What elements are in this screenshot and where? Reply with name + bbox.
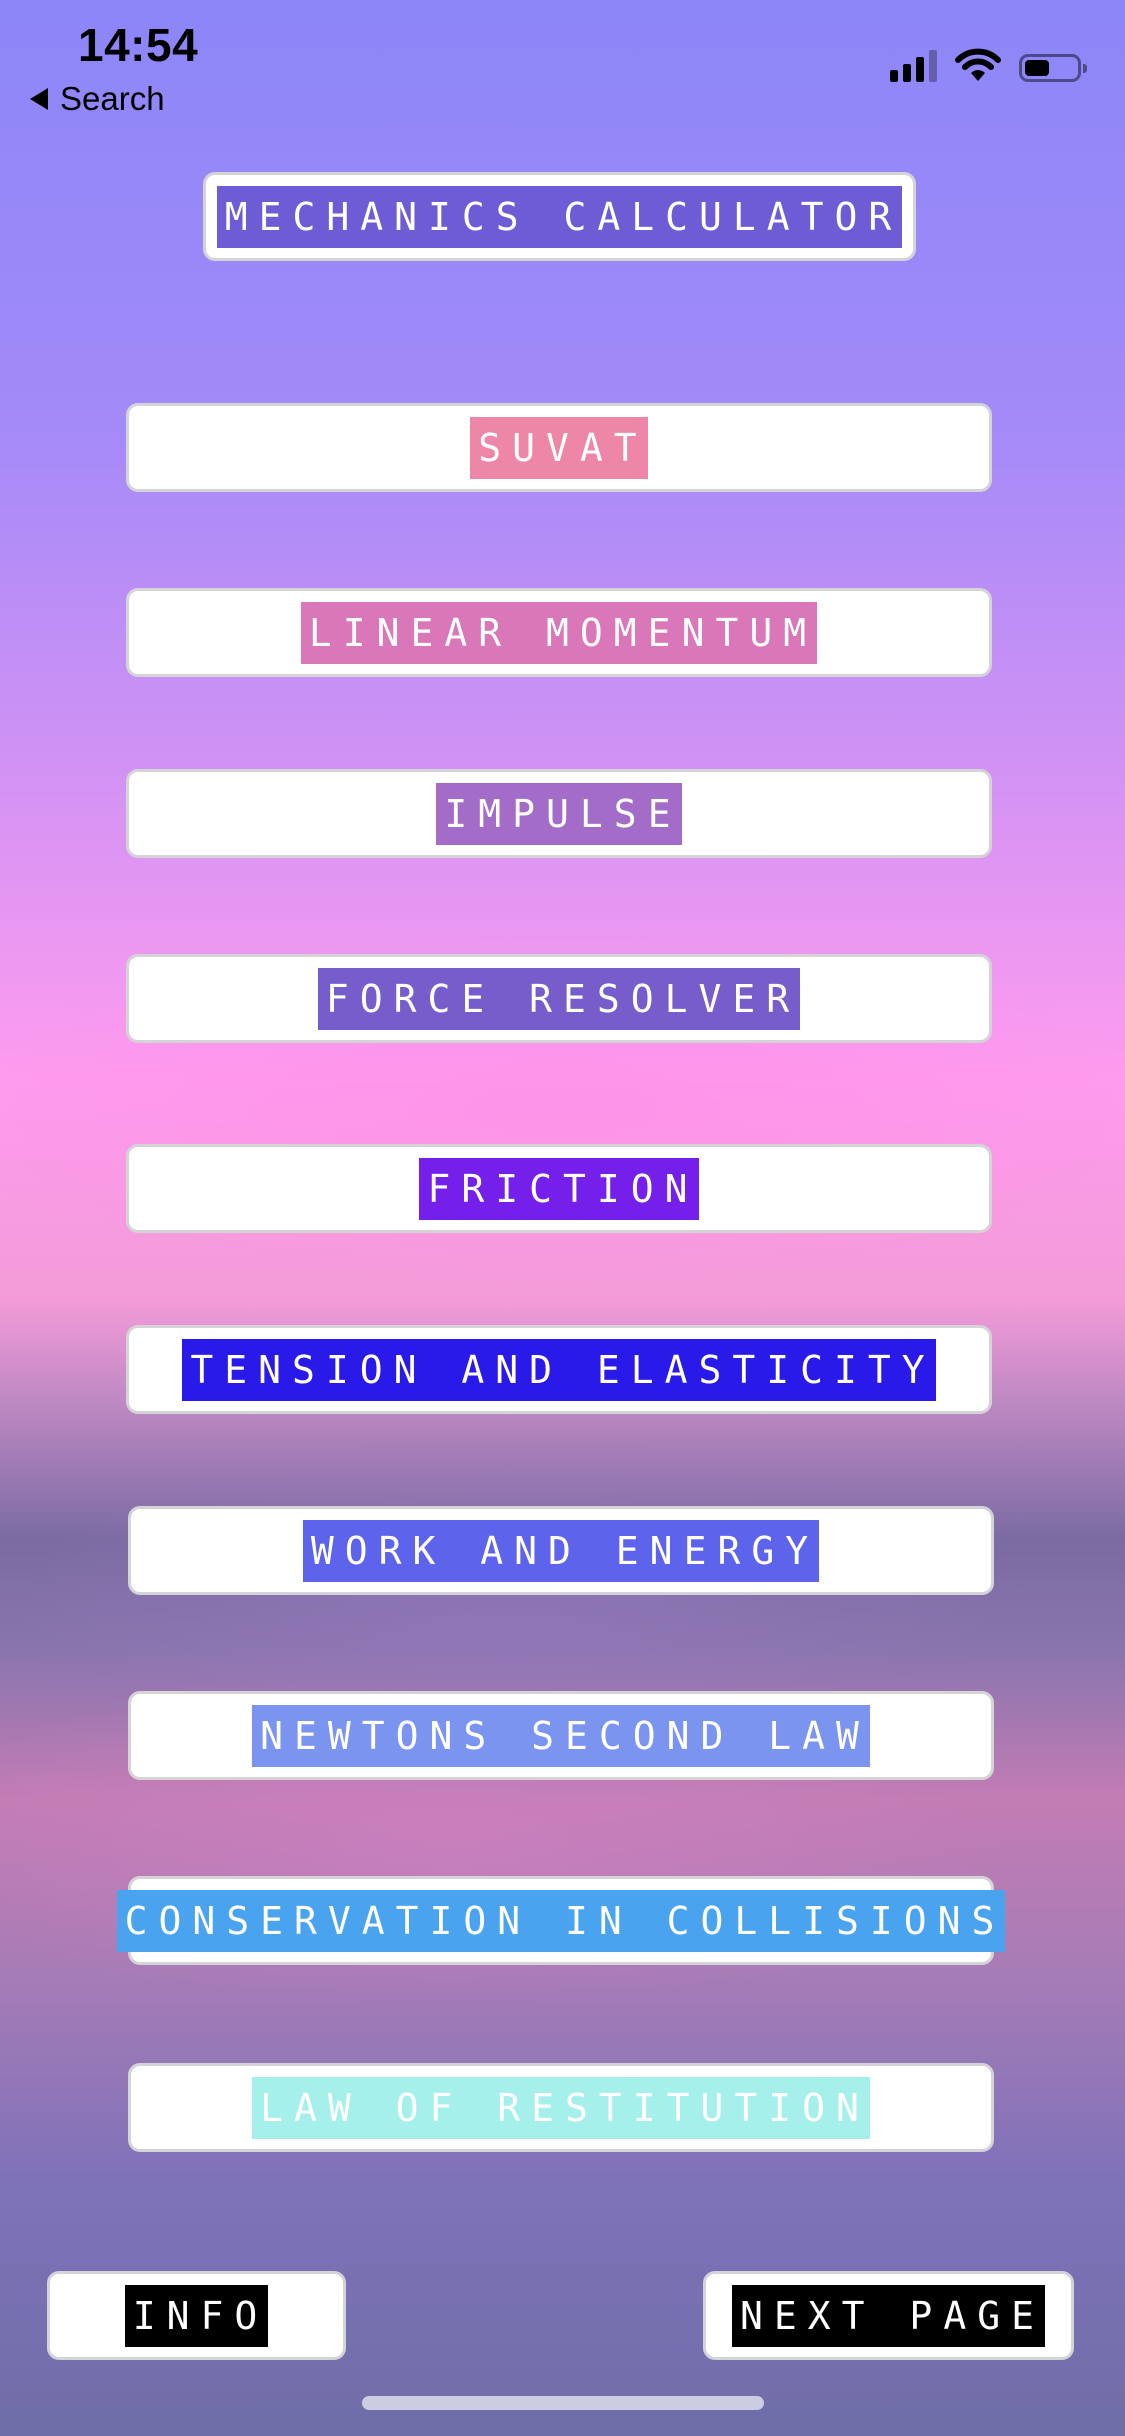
conservation-in-collisions-label: CONSERVATION IN COLLISIONS bbox=[116, 1889, 1006, 1952]
home-indicator[interactable] bbox=[362, 2396, 764, 2410]
info-label: INFO bbox=[124, 2284, 269, 2347]
tension-and-elasticity-label: TENSION AND ELASTICITY bbox=[182, 1338, 936, 1401]
tension-and-elasticity-button[interactable]: TENSION AND ELASTICITY bbox=[126, 1325, 992, 1414]
newtons-second-law-label: NEWTONS SECOND LAW bbox=[252, 1704, 870, 1767]
title-button[interactable]: MECHANICS CALCULATOR bbox=[203, 172, 916, 261]
friction-button[interactable]: FRICTION bbox=[126, 1144, 992, 1233]
wifi-icon bbox=[955, 48, 1001, 81]
friction-label: FRICTION bbox=[419, 1157, 699, 1220]
next-page-button[interactable]: NEXT PAGE bbox=[703, 2271, 1074, 2360]
status-time: 14:54 bbox=[78, 19, 199, 71]
suvat-button[interactable]: SUVAT bbox=[126, 403, 992, 492]
back-arrow-icon bbox=[30, 88, 48, 110]
title-label: MECHANICS CALCULATOR bbox=[216, 185, 903, 248]
work-and-energy-label: WORK AND ENERGY bbox=[302, 1519, 820, 1582]
newtons-second-law-button[interactable]: NEWTONS SECOND LAW bbox=[128, 1691, 994, 1780]
cellular-signal-icon bbox=[890, 48, 937, 82]
info-button[interactable]: INFO bbox=[47, 2271, 346, 2360]
suvat-label: SUVAT bbox=[470, 416, 648, 479]
linear-momentum-label: LINEAR MOMENTUM bbox=[300, 601, 818, 664]
conservation-in-collisions-button[interactable]: CONSERVATION IN COLLISIONS bbox=[116, 1876, 1006, 1965]
law-of-restitution-label: LAW OF RESTITUTION bbox=[252, 2076, 870, 2139]
back-label: Search bbox=[60, 80, 165, 117]
linear-momentum-button[interactable]: LINEAR MOMENTUM bbox=[126, 588, 992, 677]
law-of-restitution-button[interactable]: LAW OF RESTITUTION bbox=[128, 2063, 994, 2152]
next-page-label: NEXT PAGE bbox=[732, 2284, 1045, 2347]
work-and-energy-button[interactable]: WORK AND ENERGY bbox=[128, 1506, 994, 1595]
battery-icon bbox=[1019, 54, 1087, 82]
force-resolver-label: FORCE RESOLVER bbox=[317, 967, 801, 1030]
impulse-label: IMPULSE bbox=[436, 782, 682, 845]
back-to-search-link[interactable]: Search bbox=[30, 80, 165, 118]
status-icons bbox=[890, 48, 1087, 82]
impulse-button[interactable]: IMPULSE bbox=[126, 769, 992, 858]
force-resolver-button[interactable]: FORCE RESOLVER bbox=[126, 954, 992, 1043]
